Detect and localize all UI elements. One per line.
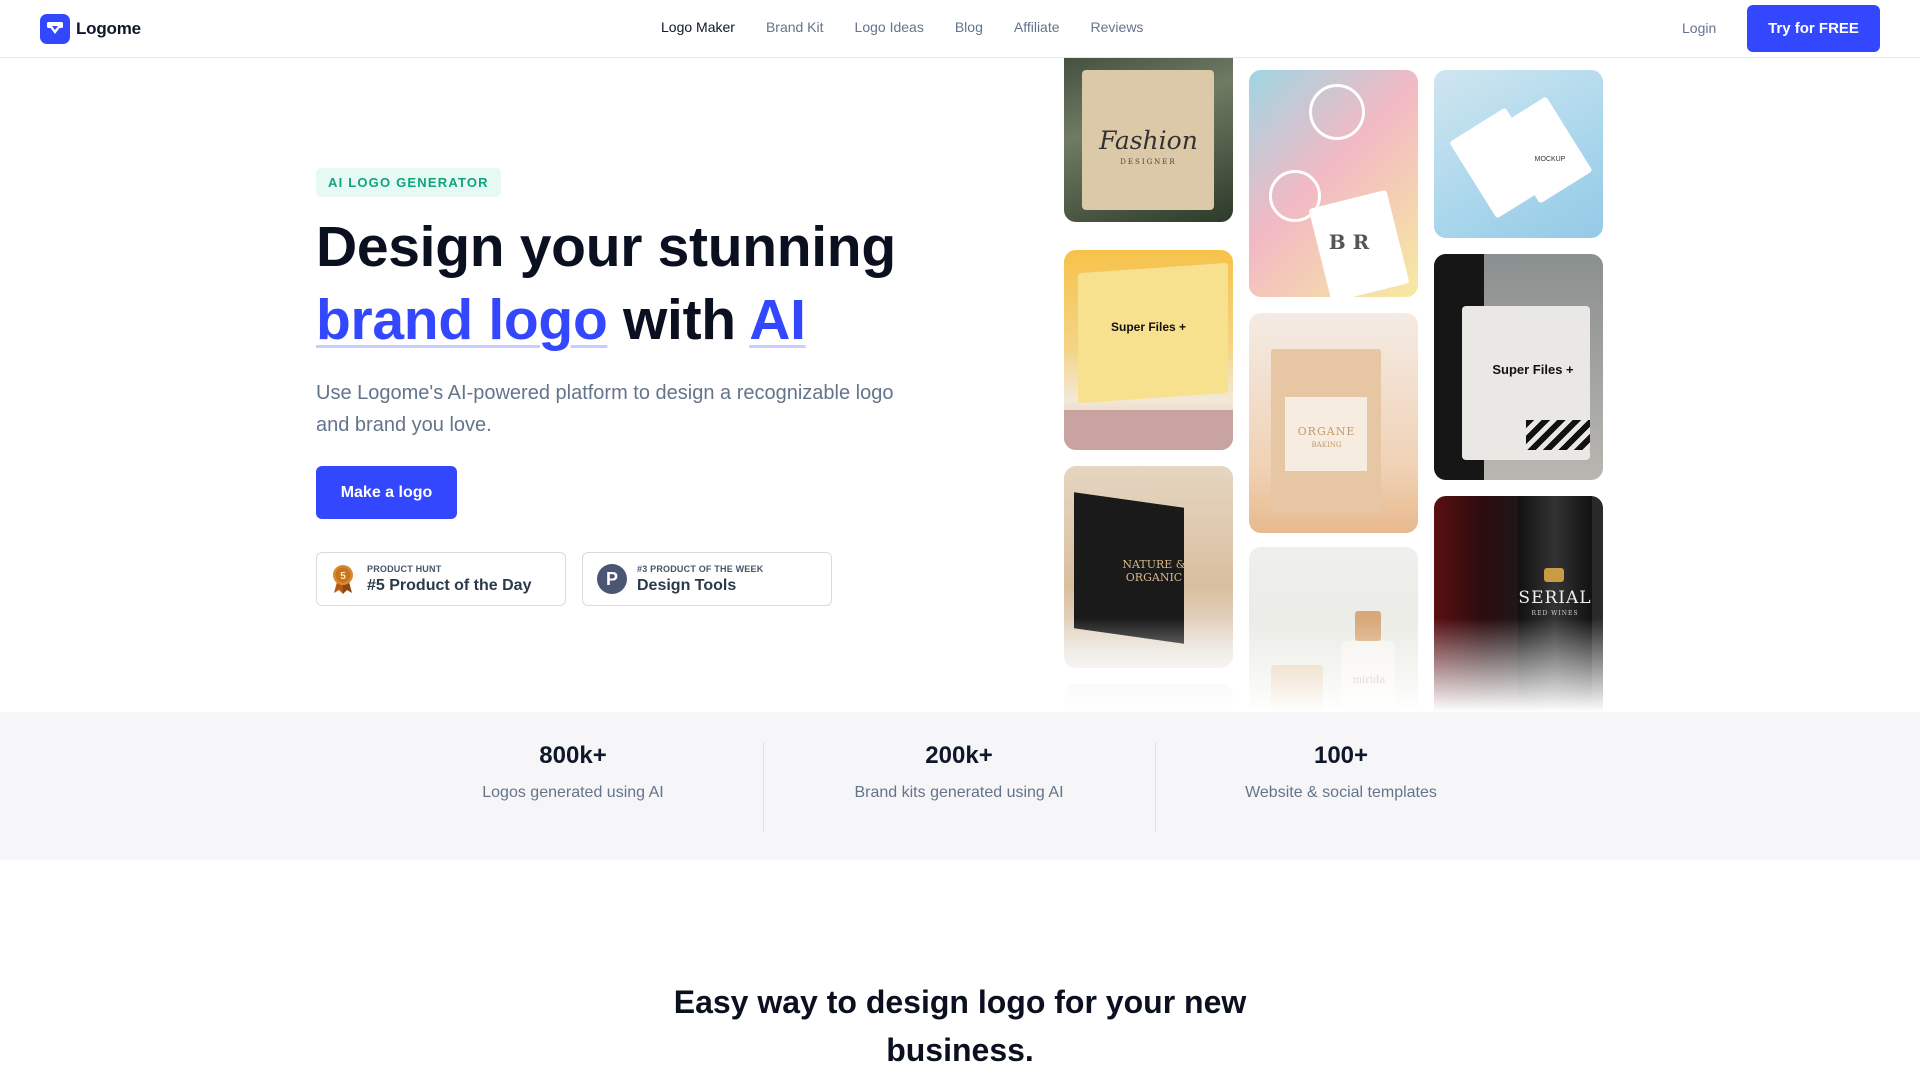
stat-brand-kits: 200k+ Brand kits generated using AI bbox=[819, 742, 1099, 802]
hero-section: AI LOGO GENERATOR Design your stunning b… bbox=[316, 168, 916, 606]
stat-divider bbox=[763, 742, 764, 832]
stat-templates: 100+ Website & social templates bbox=[1201, 742, 1481, 802]
stat-value: 800k+ bbox=[539, 742, 607, 769]
gallery-tile-paper-bag: ORGANE BAKING bbox=[1249, 313, 1418, 533]
gallery-fade-overlay bbox=[1064, 618, 1604, 712]
award-badges: 5 PRODUCT HUNT #5 Product of the Day P #… bbox=[316, 552, 916, 606]
nav-logo-ideas[interactable]: Logo Ideas bbox=[855, 19, 924, 35]
badge-title: Design Tools bbox=[637, 576, 737, 594]
nav-blog[interactable]: Blog bbox=[955, 19, 983, 35]
gallery-tile-business-cards-blue: MOCKUP bbox=[1434, 70, 1603, 238]
stat-divider bbox=[1155, 742, 1156, 832]
product-hunt-icon: P bbox=[597, 564, 627, 594]
stat-value: 100+ bbox=[1313, 742, 1369, 769]
tile-subcaption: BAKING bbox=[1311, 441, 1342, 449]
nav-reviews[interactable]: Reviews bbox=[1091, 19, 1144, 35]
nav-affiliate[interactable]: Affiliate bbox=[1014, 19, 1060, 35]
nav-brand-kit[interactable]: Brand Kit bbox=[766, 19, 824, 35]
medal-icon: 5 bbox=[331, 564, 355, 594]
try-free-button[interactable]: Try for FREE bbox=[1747, 5, 1880, 52]
headline-accent-ai: AI bbox=[749, 288, 806, 352]
badge-source: #3 PRODUCT OF THE WEEK bbox=[637, 563, 764, 574]
tile-caption: MOCKUP bbox=[1534, 156, 1566, 163]
stat-label: Website & social templates bbox=[1245, 784, 1437, 801]
headline-line-1: Design your stunning bbox=[316, 215, 896, 279]
logome-logo-icon bbox=[40, 14, 70, 44]
gallery-tile-white-tote: Super Files + bbox=[1434, 254, 1603, 480]
section-title: Easy way to design logo for your new bus… bbox=[673, 984, 1247, 1068]
stats-strip: 800k+ Logos generated using AI 200k+ Bra… bbox=[0, 712, 1920, 860]
tile-caption: B R bbox=[1328, 230, 1370, 254]
tile-caption: Fashion bbox=[1099, 126, 1198, 155]
mockup-gallery: Fashion DESIGNER Super Files + NATURE & … bbox=[1064, 58, 1604, 712]
stat-value: 200k+ bbox=[925, 742, 993, 769]
tile-subcaption: RED WINES bbox=[1531, 610, 1579, 617]
login-link[interactable]: Login bbox=[1682, 20, 1716, 36]
gallery-tile-yellow-box: Super Files + bbox=[1064, 250, 1233, 450]
make-logo-button[interactable]: Make a logo bbox=[316, 466, 457, 519]
hero-subtitle: Use Logome's AI-powered platform to desi… bbox=[316, 382, 894, 436]
gallery-tile-business-cards-pastel: B R bbox=[1249, 70, 1418, 297]
tile-caption: Super Files + bbox=[1492, 362, 1574, 377]
site-header: Logome Logo Maker Brand Kit Logo Ideas B… bbox=[0, 0, 1920, 58]
product-of-day-badge[interactable]: 5 PRODUCT HUNT #5 Product of the Day bbox=[316, 552, 566, 606]
tile-caption: NATURE & ORGANIC bbox=[1122, 558, 1186, 584]
stat-logos: 800k+ Logos generated using AI bbox=[433, 742, 713, 802]
tile-caption: SERIAL bbox=[1518, 588, 1592, 608]
headline-accent-brand-logo: brand logo bbox=[316, 288, 608, 352]
gallery-tile-tote-bag: Fashion DESIGNER bbox=[1064, 58, 1233, 222]
nav-logo-maker[interactable]: Logo Maker bbox=[661, 19, 735, 35]
medal-number: 5 bbox=[340, 571, 346, 582]
stat-label: Logos generated using AI bbox=[482, 784, 664, 801]
eyebrow-tag: AI LOGO GENERATOR bbox=[316, 168, 501, 197]
logo[interactable]: Logome bbox=[40, 14, 141, 44]
brand-name: Logome bbox=[76, 19, 141, 38]
tile-subcaption: DESIGNER bbox=[1120, 158, 1177, 166]
headline-with: with bbox=[623, 288, 736, 352]
tile-caption: ORGANE bbox=[1297, 425, 1356, 438]
badge-source: PRODUCT HUNT bbox=[367, 563, 442, 574]
stat-label: Brand kits generated using AI bbox=[854, 784, 1064, 801]
badge-title: #5 Product of the Day bbox=[367, 576, 532, 594]
product-of-week-badge[interactable]: P #3 PRODUCT OF THE WEEK Design Tools bbox=[582, 552, 832, 606]
main-nav: Logo Maker Brand Kit Logo Ideas Blog Aff… bbox=[661, 19, 1174, 35]
tile-caption: Super Files + bbox=[1110, 320, 1187, 334]
hero-headline: Design your stunning brand logo with AI bbox=[316, 211, 916, 357]
